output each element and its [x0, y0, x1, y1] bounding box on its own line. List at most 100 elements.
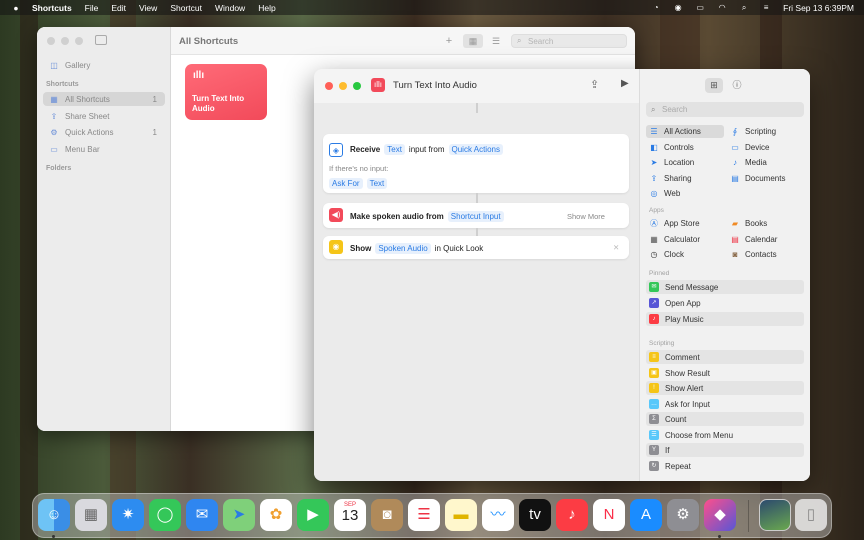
- category-device[interactable]: ▭ Device: [727, 141, 805, 154]
- menu-view[interactable]: View: [139, 3, 157, 13]
- close-button[interactable]: [47, 37, 55, 45]
- scripting-comment[interactable]: ≡ Comment: [646, 350, 804, 364]
- category-scripting[interactable]: ∮ Scripting: [727, 125, 805, 138]
- spoken-audio-token[interactable]: Spoken Audio: [375, 243, 431, 254]
- app-contacts[interactable]: ◙ Contacts: [727, 248, 805, 261]
- search-field[interactable]: ⌕ Search: [511, 34, 627, 48]
- dock-shortcuts-icon[interactable]: ◆: [704, 499, 736, 531]
- scripting-show-alert[interactable]: ! Show Alert: [646, 381, 804, 395]
- share-button[interactable]: ⇪: [590, 78, 599, 91]
- category-all-actions[interactable]: ☰ All Actions: [646, 125, 724, 138]
- app-app-store[interactable]: Ⓐ App Store: [646, 217, 724, 230]
- dock-contacts-icon[interactable]: ◙: [371, 499, 403, 531]
- zoom-button[interactable]: [353, 82, 361, 90]
- app-calendar[interactable]: ▤ Calendar: [727, 233, 805, 246]
- info-icon[interactable]: ⓘ: [728, 78, 746, 93]
- shortcut-input-token[interactable]: Shortcut Input: [447, 211, 504, 222]
- receive-source-token[interactable]: Quick Actions: [448, 144, 503, 155]
- minimize-button[interactable]: [61, 37, 69, 45]
- category-sharing[interactable]: ⇪ Sharing: [646, 172, 724, 185]
- close-button[interactable]: [325, 82, 333, 90]
- editor-title[interactable]: Turn Text Into Audio: [393, 80, 477, 91]
- scripting-choose-from-menu[interactable]: ☰ Choose from Menu: [646, 428, 804, 442]
- spotlight-icon[interactable]: ⌕: [739, 3, 749, 12]
- shortcut-tile[interactable]: ıllı Turn Text Into Audio: [185, 64, 267, 120]
- dock-finder-icon[interactable]: ☺: [38, 499, 70, 531]
- app-calculator[interactable]: ▦ Calculator: [646, 233, 724, 246]
- scripting-if[interactable]: Y If: [646, 443, 804, 457]
- menu-window[interactable]: Window: [215, 3, 245, 13]
- sidebar-item-menu-bar[interactable]: ▭ Menu Bar: [43, 142, 165, 156]
- dock-messages-icon[interactable]: ◯: [149, 499, 181, 531]
- app-clock[interactable]: ◷ Clock: [646, 248, 724, 261]
- user-icon[interactable]: ◉: [673, 3, 683, 12]
- dock-tv-icon[interactable]: tv: [519, 499, 551, 531]
- pinned-open-app[interactable]: ↗ Open App: [646, 296, 804, 310]
- pinned-send-message[interactable]: ✉ Send Message: [646, 280, 804, 294]
- ask-for-token[interactable]: Ask For: [329, 178, 363, 189]
- menu-shortcut[interactable]: Shortcut: [170, 3, 202, 13]
- dock-mail-icon[interactable]: ✉: [186, 499, 218, 531]
- zoom-button[interactable]: [75, 37, 83, 45]
- repeat-icon: ↻: [649, 461, 659, 471]
- library-search-field[interactable]: ⌕ Search: [646, 102, 804, 117]
- sidebar-item-quick-actions[interactable]: ⚙ Quick Actions 1: [43, 125, 165, 139]
- add-shortcut-button[interactable]: +: [443, 34, 455, 48]
- battery-icon[interactable]: ▭: [695, 3, 705, 12]
- scripting-count[interactable]: Σ Count: [646, 412, 804, 426]
- action-card-speak[interactable]: ◀) Make spoken audio from Shortcut Input…: [323, 203, 629, 228]
- dock-freeform-icon[interactable]: 〰: [482, 499, 514, 531]
- dock-notes-icon[interactable]: ▬: [445, 499, 477, 531]
- action-card-receive[interactable]: ◈ Receive Text input from Quick Actions …: [323, 134, 629, 193]
- wifi-icon[interactable]: ◠: [717, 3, 727, 12]
- dock-calendar-icon[interactable]: SEP 13: [334, 499, 366, 531]
- action-card-show[interactable]: ◉ Show Spoken Audio in Quick Look ✕: [323, 236, 629, 259]
- menu-file[interactable]: File: [85, 3, 99, 13]
- category-controls[interactable]: ◧ Controls: [646, 141, 724, 154]
- time-machine-icon[interactable]: ◔: [651, 3, 661, 12]
- dock-launchpad-icon[interactable]: ▦: [75, 499, 107, 531]
- category-media[interactable]: ♪ Media: [727, 156, 805, 169]
- sidebar-item-all-shortcuts[interactable]: ▦ All Shortcuts 1: [43, 92, 165, 106]
- open-app-icon: ↗: [649, 298, 659, 308]
- grid-view-button[interactable]: ▦: [463, 34, 483, 48]
- menu-app-name[interactable]: Shortcuts: [32, 3, 72, 13]
- dock-photos-icon[interactable]: ✿: [260, 499, 292, 531]
- dock-system-settings-icon[interactable]: ⚙: [667, 499, 699, 531]
- show-more-button[interactable]: Show More: [567, 212, 605, 221]
- scripting-show-result[interactable]: ▣ Show Result: [646, 366, 804, 380]
- receive-type-token[interactable]: Text: [384, 144, 405, 155]
- dock-safari-icon[interactable]: ✷: [112, 499, 144, 531]
- category-web[interactable]: ◎ Web: [646, 187, 724, 200]
- menu-help[interactable]: Help: [258, 3, 275, 13]
- sidebar-section-shortcuts: Shortcuts: [46, 81, 79, 88]
- sidebar-toggle-icon[interactable]: [95, 35, 107, 45]
- pinned-play-music[interactable]: ♪ Play Music: [646, 312, 804, 326]
- waveform-icon[interactable]: ıllı: [371, 78, 385, 92]
- sidebar-item-share-sheet[interactable]: ⇪ Share Sheet: [43, 109, 165, 123]
- play-button[interactable]: ▶: [621, 78, 629, 89]
- minimize-button[interactable]: [339, 82, 347, 90]
- menu-edit[interactable]: Edit: [111, 3, 126, 13]
- dock-maps-icon[interactable]: ➤: [223, 499, 255, 531]
- library-actions-tab-icon[interactable]: ⊞: [705, 78, 723, 93]
- category-documents[interactable]: ▤ Documents: [727, 172, 805, 185]
- scripting-ask-for-input[interactable]: … Ask for Input: [646, 397, 804, 411]
- dock-reminders-icon[interactable]: ☰: [408, 499, 440, 531]
- apple-icon[interactable]: ●: [10, 3, 22, 13]
- no-input-type-token[interactable]: Text: [366, 178, 388, 189]
- dock-trash-icon[interactable]: ▯: [795, 499, 827, 531]
- category-location[interactable]: ➤ Location: [646, 156, 724, 169]
- control-center-icon[interactable]: ≡: [761, 3, 771, 12]
- dock-desktop-folder-icon[interactable]: [759, 499, 791, 531]
- dock-music-icon[interactable]: ♪: [556, 499, 588, 531]
- menu-datetime[interactable]: Fri Sep 13 6:39PM: [783, 3, 854, 13]
- dock-app-store-icon[interactable]: A: [630, 499, 662, 531]
- sidebar-item-gallery[interactable]: ◫ Gallery: [43, 58, 165, 72]
- remove-action-icon[interactable]: ✕: [613, 243, 619, 252]
- app-books[interactable]: ▰ Books: [727, 217, 805, 230]
- list-view-button[interactable]: ☰: [489, 34, 503, 48]
- scripting-repeat[interactable]: ↻ Repeat: [646, 459, 804, 473]
- dock-news-icon[interactable]: N: [593, 499, 625, 531]
- dock-facetime-icon[interactable]: ▶: [297, 499, 329, 531]
